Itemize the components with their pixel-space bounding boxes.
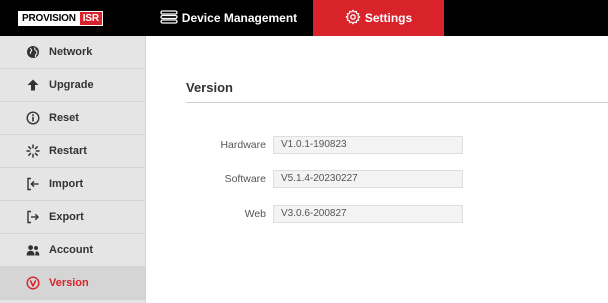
sidebar-item-network[interactable]: Network (0, 36, 145, 69)
tab-device-management-label: Device Management (181, 11, 298, 25)
info-circle-icon (26, 111, 40, 125)
tab-settings-label: Settings (364, 11, 413, 25)
tab-settings[interactable]: Settings (313, 0, 444, 36)
sidebar-item-label: Export (49, 211, 84, 223)
sidebar-item-version[interactable]: Version (0, 267, 145, 300)
sidebar-item-label: Upgrade (49, 79, 94, 91)
sidebar-item-reset[interactable]: Reset (0, 102, 145, 135)
users-icon (26, 243, 40, 257)
hardware-row: Hardware V1.0.1-190823 (146, 136, 608, 154)
version-panel: Version Hardware V1.0.1-190823 Software … (146, 36, 608, 303)
software-row: Software V5.1.4-20230227 (146, 170, 608, 188)
device-list-icon (160, 9, 182, 27)
arrow-up-icon (26, 78, 40, 92)
gear-icon (345, 9, 365, 28)
software-version-field: V5.1.4-20230227 (273, 170, 463, 188)
logo-text: PROVISION (18, 11, 80, 26)
logo-accent-text: ISR (79, 11, 103, 26)
page-title: Version (186, 80, 233, 95)
version-icon (26, 276, 40, 290)
sidebar-item-import[interactable]: Import (0, 168, 145, 201)
sidebar-item-label: Account (49, 244, 93, 256)
sidebar-item-label: Version (49, 277, 89, 289)
top-navigation-bar: PROVISION ISR Device Management Settings (0, 0, 608, 36)
sidebar-item-label: Import (49, 178, 84, 190)
title-divider (186, 102, 608, 103)
sidebar-item-label: Network (49, 46, 93, 58)
sidebar-item-label: Reset (49, 112, 79, 124)
sidebar-item-account[interactable]: Account (0, 234, 145, 267)
export-icon (26, 210, 40, 224)
software-label: Software (224, 173, 266, 185)
hardware-version-field: V1.0.1-190823 (273, 136, 463, 154)
web-row: Web V3.0.6-200827 (146, 205, 608, 223)
tab-device-management[interactable]: Device Management (146, 0, 311, 36)
spinner-icon (26, 144, 40, 158)
web-version-field: V3.0.6-200827 (273, 205, 463, 223)
settings-sidebar: Network Upgrade Reset Restart Import Exp… (0, 36, 146, 303)
sidebar-item-upgrade[interactable]: Upgrade (0, 69, 145, 102)
hardware-label: Hardware (220, 139, 266, 151)
web-label: Web (244, 208, 266, 220)
import-icon (26, 177, 40, 191)
globe-icon (26, 45, 40, 59)
sidebar-item-restart[interactable]: Restart (0, 135, 145, 168)
provision-isr-logo: PROVISION ISR (18, 11, 103, 26)
sidebar-item-export[interactable]: Export (0, 201, 145, 234)
sidebar-item-label: Restart (49, 145, 87, 157)
